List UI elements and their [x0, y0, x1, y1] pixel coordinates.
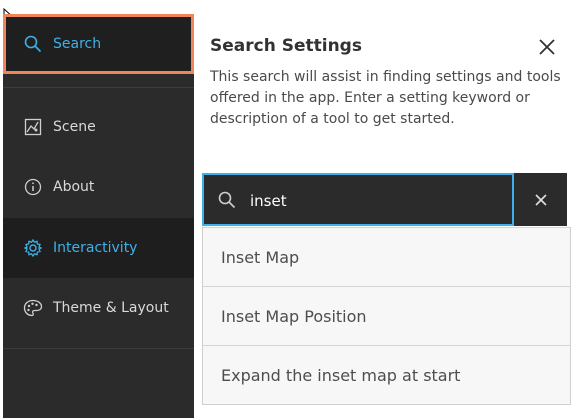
divider — [3, 87, 194, 88]
search-icon — [23, 34, 43, 54]
info-icon — [23, 177, 43, 197]
search-settings-panel: Search Settings This search will assist … — [194, 14, 577, 418]
search-result-item[interactable]: Expand the inset map at start — [203, 345, 570, 404]
panel-description: This search will assist in finding setti… — [210, 69, 561, 127]
search-input[interactable] — [248, 187, 507, 215]
search-result-item[interactable]: Inset Map Position — [203, 286, 570, 345]
sidebar-item-about[interactable]: About — [3, 157, 194, 217]
close-icon — [539, 39, 555, 55]
sidebar: Search Scene About Interactivity Theme &… — [3, 14, 194, 418]
sidebar-item-interactivity[interactable]: Interactivity — [3, 218, 194, 278]
palette-icon — [23, 298, 43, 318]
search-icon — [218, 191, 236, 209]
sidebar-item-label: Search — [53, 36, 102, 52]
sidebar-item-label: Interactivity — [53, 240, 138, 256]
search-box — [202, 173, 514, 226]
sidebar-item-search[interactable]: Search — [3, 14, 194, 74]
sidebar-item-theme-layout[interactable]: Theme & Layout — [3, 278, 194, 338]
sidebar-item-label: Theme & Layout — [53, 300, 169, 316]
sidebar-item-scene[interactable]: Scene — [3, 97, 194, 157]
sidebar-item-label: About — [53, 179, 95, 195]
sidebar-item-label: Scene — [53, 119, 96, 135]
gear-icon — [23, 238, 43, 258]
divider — [3, 348, 194, 349]
clear-search-button[interactable] — [514, 173, 567, 226]
search-result-item[interactable]: Inset Map — [203, 227, 570, 286]
panel-title: Search Settings — [210, 36, 362, 56]
search-results-list: Inset Map Inset Map Position Expand the … — [202, 227, 571, 405]
close-button[interactable] — [536, 36, 558, 58]
scene-icon — [23, 117, 43, 137]
close-icon — [534, 193, 547, 206]
